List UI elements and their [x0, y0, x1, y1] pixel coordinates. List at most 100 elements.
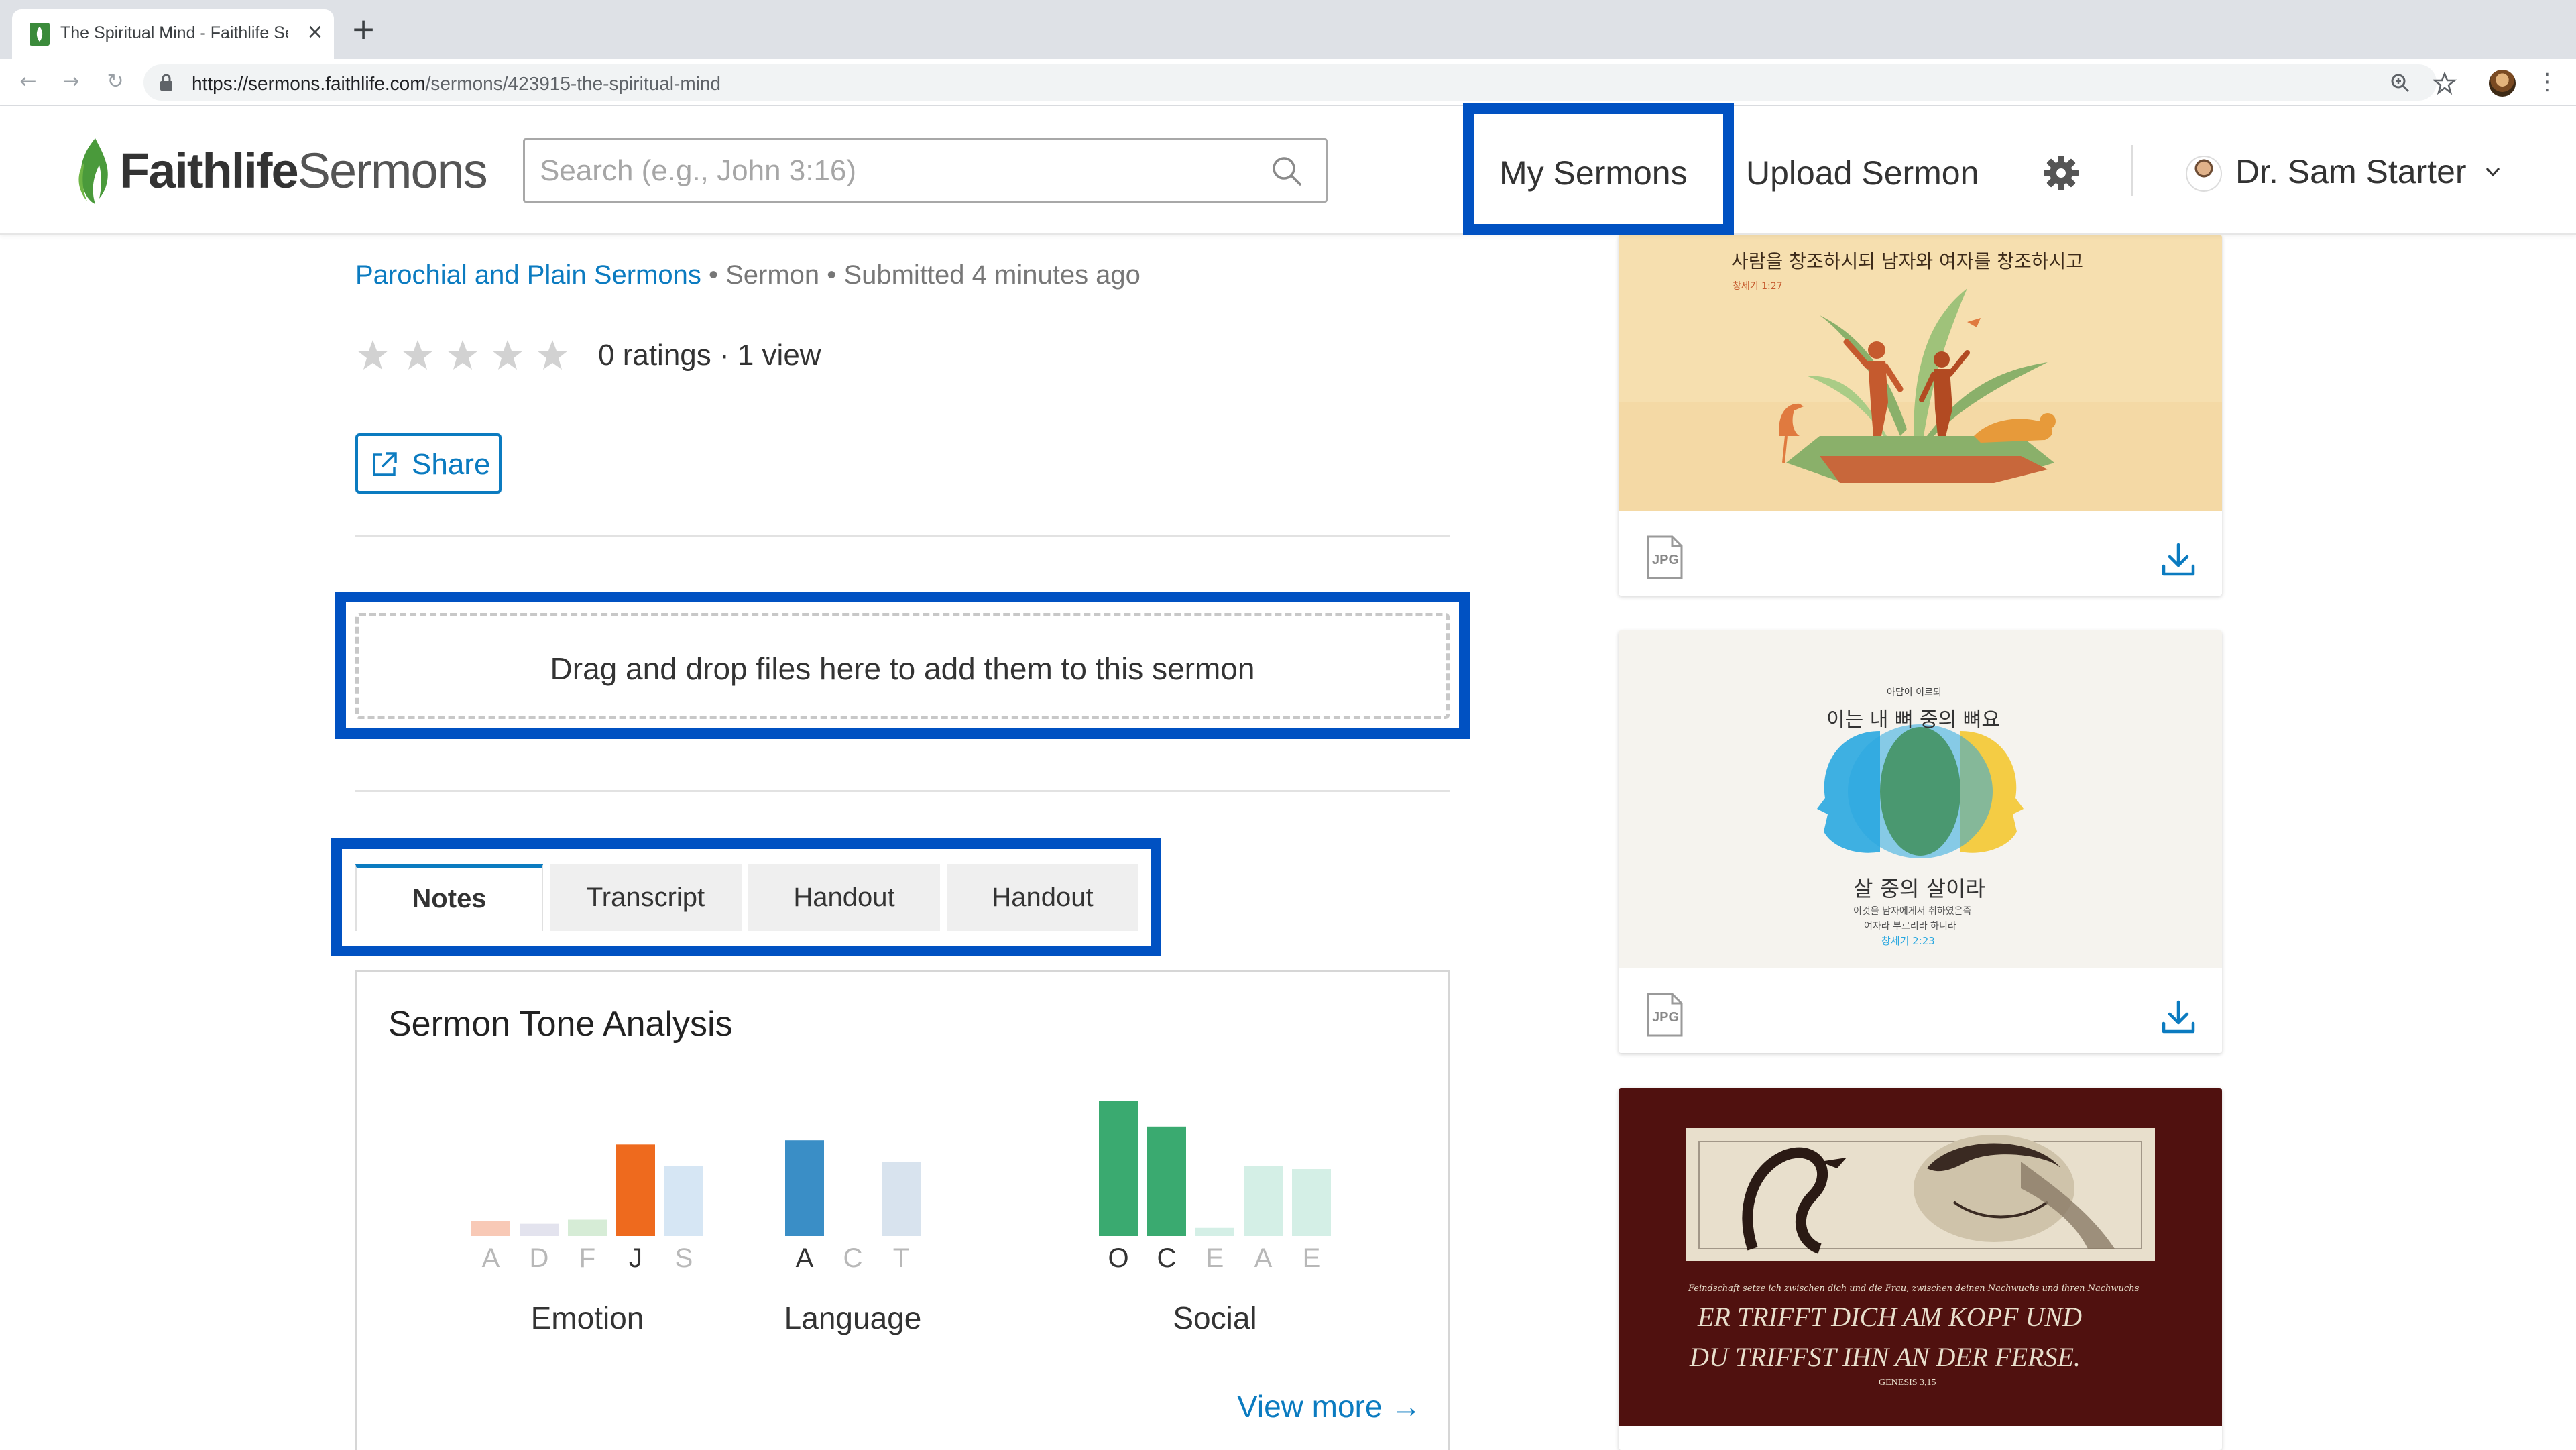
download-icon[interactable]: [2160, 999, 2197, 1036]
art-card[interactable]: 아담이 이르되 이는 내 뼈 중의 뼈요 살 중의 살이라 이것을 남자에게서 …: [1619, 630, 2222, 1053]
submitted-time: Submitted 4 minutes ago: [843, 260, 1140, 290]
tab-notes[interactable]: Notes: [355, 864, 543, 931]
tone-tick-label: D: [530, 1243, 549, 1273]
star-icon[interactable]: [445, 338, 480, 373]
creation-illustration: [1619, 235, 2222, 511]
tone-group-label: Language: [784, 1300, 922, 1335]
tone-bar-social-a: [1244, 1166, 1283, 1236]
divider: [355, 535, 1450, 537]
file-type-label: JPG: [1652, 1010, 1680, 1025]
reload-icon[interactable]: ↻: [102, 68, 129, 95]
file-dropzone[interactable]: Drag and drop files here to add them to …: [355, 613, 1450, 719]
star-icon[interactable]: [535, 338, 570, 373]
user-avatar[interactable]: [2186, 156, 2222, 192]
tone-bar-emotion-j: [616, 1144, 655, 1236]
close-tab-icon[interactable]: ×: [303, 20, 327, 44]
art-caption-ref: GENESIS 3,15: [1879, 1378, 1936, 1388]
tone-tick-label: C: [1157, 1243, 1177, 1273]
star-icon[interactable]: [490, 338, 525, 373]
url-text: https://sermons.faithlife.com/sermons/42…: [192, 73, 721, 95]
sermon-tone-panel: Sermon Tone Analysis A D F J S Emotion A C T Lang…: [355, 970, 1450, 1450]
art-card-footer: JPG: [1619, 516, 2222, 596]
tone-tick-label: E: [1206, 1243, 1224, 1273]
tone-tick-label: S: [675, 1243, 693, 1273]
art-caption-line1: ER TRIFFT DICH AM KOPF UND: [1698, 1302, 2082, 1332]
series-link[interactable]: Parochial and Plain Sermons: [355, 260, 701, 290]
art-card[interactable]: Feindschaft setze ich zwischen dich und …: [1619, 1088, 2222, 1450]
address-bar[interactable]: https://sermons.faithlife.com/sermons/42…: [143, 64, 2457, 101]
tone-bar-social-e: [1292, 1169, 1331, 1236]
tone-tick-label: E: [1303, 1243, 1321, 1273]
user-menu-name[interactable]: Dr. Sam Starter: [2235, 152, 2467, 192]
art-card[interactable]: 사람을 창조하시되 남자와 여자를 창조하시고 창세기 1:27 JPG: [1619, 235, 2222, 596]
tone-tick-label: A: [482, 1243, 500, 1273]
tone-bar-emotion-d: [520, 1223, 559, 1236]
art-caption-line2: DU TRIFFST IHN AN DER FERSE.: [1690, 1342, 2081, 1372]
art-caption-small: 이것을 남자에게서 취하였은즉: [1853, 906, 1972, 917]
tone-bar-social-o: [1099, 1101, 1138, 1236]
site-logo[interactable]: FaithlifeSermons: [119, 141, 488, 201]
tone-group-label: Social: [1173, 1300, 1256, 1335]
sermon-meta: Parochial and Plain Sermons • Sermon • S…: [355, 256, 1140, 294]
art-caption-ref: 창세기 1:27: [1733, 281, 1783, 292]
tone-bar-language-t: [882, 1162, 921, 1236]
gear-icon[interactable]: [2042, 154, 2080, 192]
tone-tick-label: T: [893, 1243, 909, 1273]
tone-chart: A D F J SEmotionA C TLanguageO C E A ESocial: [471, 1101, 1331, 1335]
browser-tab[interactable]: The Spiritual Mind - Faithlife Se ×: [12, 9, 334, 59]
art-image-bone-of-bones[interactable]: 아담이 이르되 이는 내 뼈 중의 뼈요 살 중의 살이라 이것을 남자에게서 …: [1619, 630, 2222, 968]
star-icon[interactable]: [400, 338, 435, 373]
search-icon[interactable]: [1269, 154, 1304, 188]
tone-bar-language-a: [785, 1140, 824, 1236]
search-box: [523, 138, 1328, 203]
forward-arrow-icon[interactable]: →: [58, 68, 84, 95]
art-caption-bottom: 살 중의 살이라: [1853, 876, 1985, 901]
share-button[interactable]: Share: [355, 433, 502, 494]
share-label: Share: [412, 448, 491, 481]
screen: The Spiritual Mind - Faithlife Se × + ← …: [0, 0, 2576, 1450]
tone-tick-label: C: [843, 1243, 863, 1273]
faithlife-favicon-icon: [30, 23, 50, 46]
browser-profile-avatar[interactable]: [2489, 70, 2516, 97]
tab-handout[interactable]: Handout: [748, 864, 940, 931]
logo-text-faithlife: Faithlife: [119, 143, 299, 199]
tab-transcript[interactable]: Transcript: [550, 864, 742, 931]
art-caption-small: 여자라 부르리라 하니라: [1864, 921, 1956, 932]
overlapping-faces-illustration: [1619, 630, 2222, 968]
tab-handout-2[interactable]: Handout: [947, 864, 1138, 931]
art-caption-ref: 창세기 2:23: [1881, 935, 1935, 947]
view-more-link[interactable]: View more →: [1237, 1388, 1421, 1425]
art-image-genesis-3-15[interactable]: Feindschaft setze ich zwischen dich und …: [1619, 1088, 2222, 1426]
upload-sermon-link[interactable]: Upload Sermon: [1746, 153, 1979, 193]
download-icon[interactable]: [2160, 542, 2197, 578]
dropzone-text: Drag and drop files here to add them to …: [550, 651, 1255, 686]
url-path: /sermons/423915-the-spiritual-mind: [425, 73, 721, 94]
tone-group-label: Emotion: [531, 1300, 644, 1335]
tone-tick-label: A: [1254, 1243, 1273, 1273]
my-sermons-link[interactable]: My Sermons: [1499, 153, 1688, 193]
tone-bar-social-e: [1195, 1227, 1234, 1236]
share-external-icon: [373, 452, 397, 476]
header-divider: [2131, 145, 2133, 196]
art-caption-small: Feindschaft setze ich zwischen dich und …: [1688, 1284, 2140, 1294]
url-host: https://sermons.faithlife.com: [192, 73, 426, 94]
ratings-count: 0 ratings · 1 view: [598, 339, 821, 372]
zoom-icon[interactable]: [2388, 71, 2412, 95]
bookmark-star-icon[interactable]: [2433, 71, 2457, 95]
content-tabs: Notes Transcript Handout Handout: [355, 864, 1153, 932]
search-input[interactable]: [540, 152, 1250, 190]
logo-text-sermons: Sermons: [297, 143, 488, 199]
browser-menu-icon[interactable]: ⋮: [2536, 68, 2559, 95]
star-icon[interactable]: [355, 338, 390, 373]
divider: [355, 790, 1450, 792]
new-tab-icon[interactable]: +: [349, 15, 378, 44]
faithlife-flame-logo-icon[interactable]: [72, 135, 113, 205]
chevron-down-icon[interactable]: [2483, 162, 2502, 181]
browser-toolbar: ← → ↻ https://sermons.faithlife.com/serm…: [0, 59, 2576, 106]
art-image-creation[interactable]: 사람을 창조하시되 남자와 여자를 창조하시고 창세기 1:27: [1619, 235, 2222, 511]
tone-bar-emotion-s: [664, 1166, 703, 1236]
art-caption-line1: 사람을 창조하시되 남자와 여자를 창조하시고: [1731, 250, 2084, 272]
back-arrow-icon[interactable]: ←: [15, 68, 42, 95]
browser-tab-title: The Spiritual Mind - Faithlife Se: [60, 23, 288, 42]
tone-bar-emotion-a: [471, 1221, 510, 1236]
